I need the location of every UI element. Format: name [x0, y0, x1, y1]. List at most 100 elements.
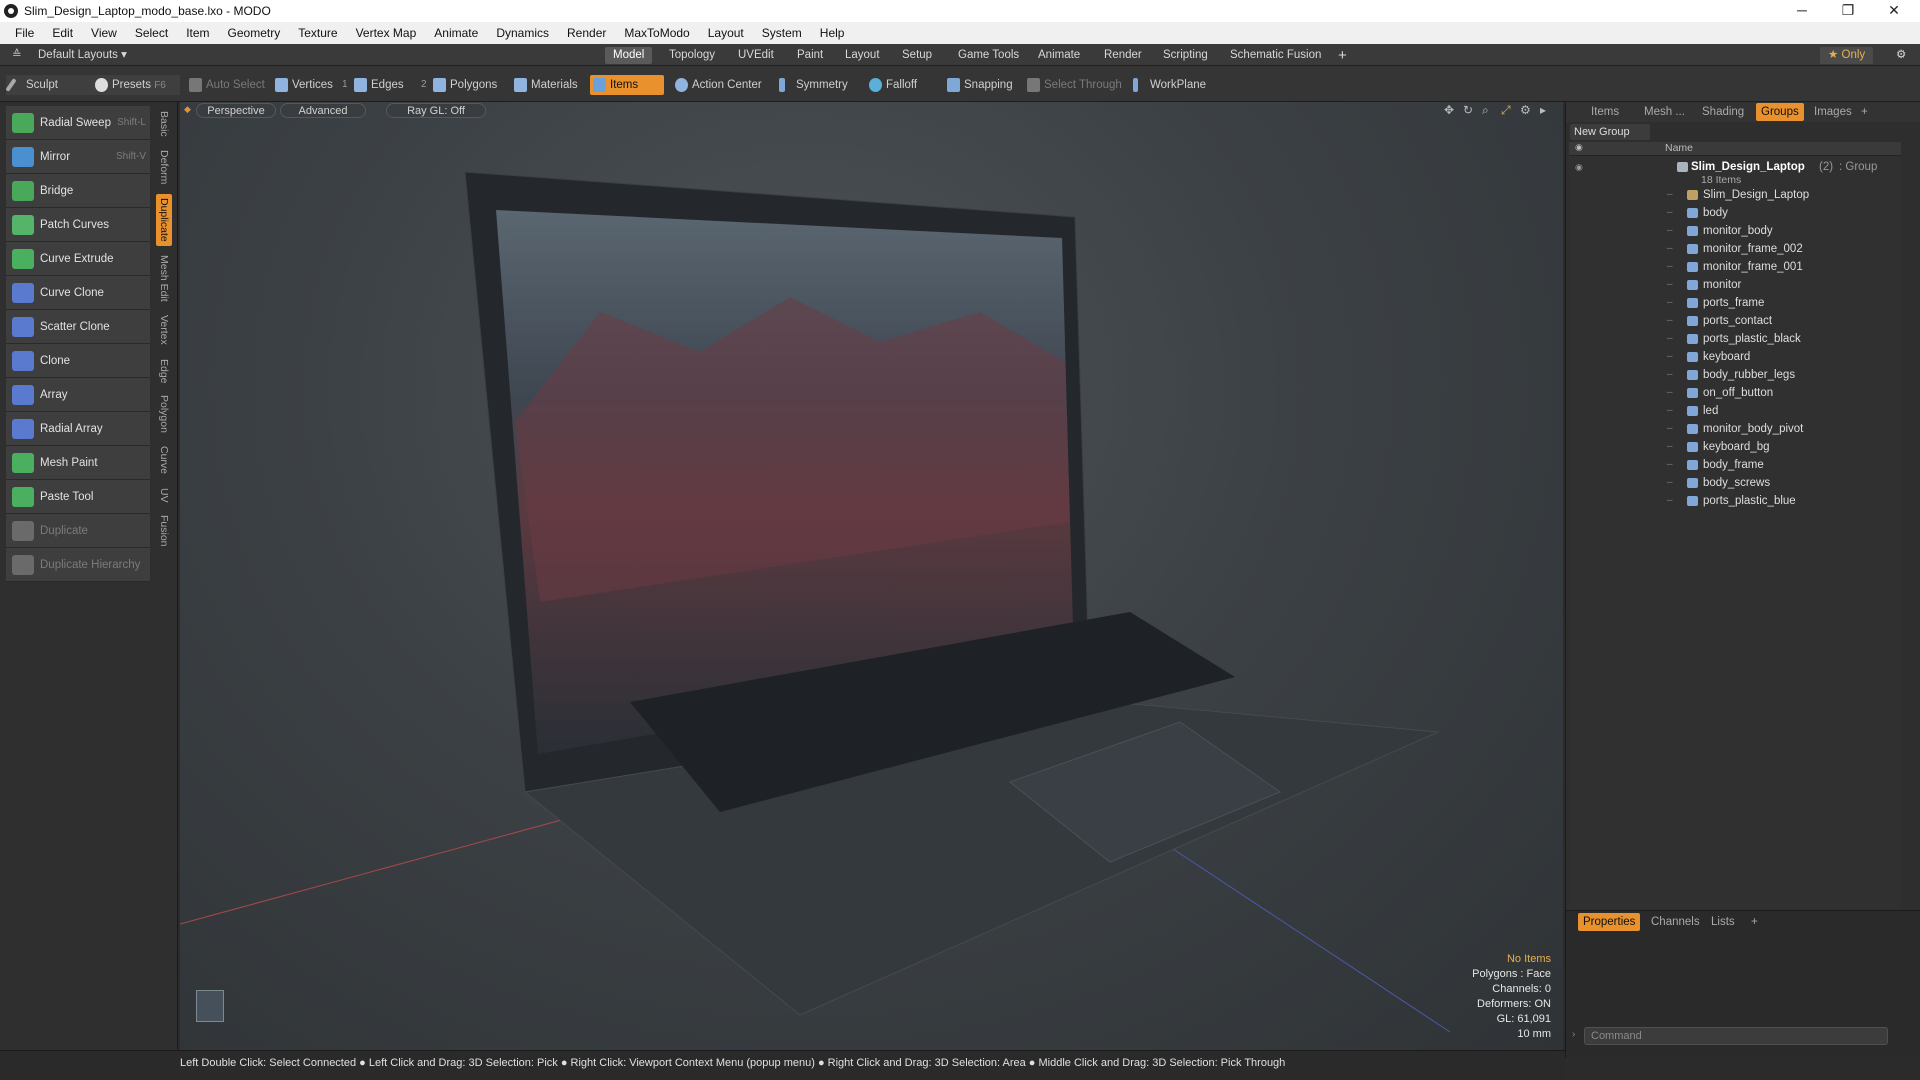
menu-maxtomodo[interactable]: MaxToModo: [615, 26, 698, 40]
add-tab-button[interactable]: +: [1330, 47, 1355, 64]
add-panel-tab-button[interactable]: +: [1856, 103, 1873, 121]
falloff-button[interactable]: Falloff: [866, 75, 917, 95]
tree-item-row[interactable]: – monitor_body_pivot: [1569, 420, 1901, 438]
tab-mesh[interactable]: Mesh ...: [1639, 103, 1690, 121]
vtab-vertex[interactable]: Vertex: [156, 310, 172, 350]
menu-texture[interactable]: Texture: [289, 26, 346, 40]
select-through-button[interactable]: Select Through: [1024, 75, 1122, 95]
workplane-button[interactable]: WorkPlane: [1130, 75, 1206, 95]
paste-tool-button[interactable]: Paste Tool: [6, 480, 150, 514]
close-button[interactable]: ✕: [1872, 0, 1916, 22]
sculpt-button[interactable]: Sculpt: [5, 75, 92, 95]
vtab-duplicate[interactable]: Duplicate: [156, 194, 172, 246]
materials-button[interactable]: Materials: [511, 75, 578, 95]
menu-system[interactable]: System: [753, 26, 811, 40]
layout-up-icon[interactable]: ≙: [4, 47, 30, 64]
tree-item-row[interactable]: – body: [1569, 204, 1901, 222]
tree-item-row[interactable]: – keyboard_bg: [1569, 438, 1901, 456]
tab-game-tools[interactable]: Game Tools: [950, 47, 1027, 64]
duplicate-hierarchy-button[interactable]: Duplicate Hierarchy: [6, 548, 150, 582]
tab-lists[interactable]: Lists: [1706, 913, 1740, 931]
vtab-deform[interactable]: Deform: [156, 146, 172, 188]
menu-item[interactable]: Item: [177, 26, 218, 40]
tree-item-row[interactable]: – monitor_frame_002: [1569, 240, 1901, 258]
3d-viewport[interactable]: ◆ Perspective Advanced Ray GL: Off ✥ ↻ ⌕…: [180, 102, 1563, 1050]
menu-help[interactable]: Help: [811, 26, 854, 40]
bridge-button[interactable]: Bridge: [6, 174, 150, 208]
new-group-button[interactable]: New Group: [1570, 124, 1650, 140]
tree-item-row[interactable]: – monitor_frame_001: [1569, 258, 1901, 276]
tree-item-row[interactable]: – keyboard: [1569, 348, 1901, 366]
only-toggle[interactable]: ★ Only: [1820, 47, 1874, 64]
group-row[interactable]: ◉ Slim_Design_Laptop (2) : Group 18 Item…: [1569, 158, 1901, 186]
action-center-button[interactable]: Action Center: [672, 75, 762, 95]
presets-button[interactable]: Presets F6: [92, 75, 180, 95]
snapping-button[interactable]: Snapping: [944, 75, 1013, 95]
visibility-col-icon[interactable]: ◉: [1575, 142, 1583, 153]
tree-item-row[interactable]: – ports_plastic_black: [1569, 330, 1901, 348]
scatter-clone-button[interactable]: Scatter Clone: [6, 310, 150, 344]
tree-item-row[interactable]: – led: [1569, 402, 1901, 420]
array-button[interactable]: Array: [6, 378, 150, 412]
default-layouts-dropdown[interactable]: Default Layouts ▾: [30, 47, 135, 64]
clone-button[interactable]: Clone: [6, 344, 150, 378]
tab-layout[interactable]: Layout: [837, 47, 888, 64]
auto-select-button[interactable]: Auto Select: [186, 75, 265, 95]
symmetry-button[interactable]: Symmetry: [776, 75, 848, 95]
curve-extrude-button[interactable]: Curve Extrude: [6, 242, 150, 276]
tab-topology[interactable]: Topology: [661, 47, 723, 64]
menu-vertex-map[interactable]: Vertex Map: [347, 26, 426, 40]
menu-select[interactable]: Select: [126, 26, 177, 40]
tree-item-row[interactable]: – monitor: [1569, 276, 1901, 294]
vertices-button[interactable]: Vertices: [272, 75, 333, 95]
tab-uvedit[interactable]: UVEdit: [730, 47, 782, 64]
tree-item-row[interactable]: – body_screws: [1569, 474, 1901, 492]
vtab-polygon[interactable]: Polygon: [156, 392, 172, 436]
restore-button[interactable]: ❐: [1826, 0, 1870, 22]
polygons-button[interactable]: 2 Polygons: [421, 75, 497, 95]
vtab-uv[interactable]: UV: [156, 484, 172, 506]
mirror-button[interactable]: Mirror Shift-V: [6, 140, 150, 174]
menu-layout[interactable]: Layout: [699, 26, 753, 40]
tab-channels[interactable]: Channels: [1646, 913, 1705, 931]
eye-icon[interactable]: ◉: [1575, 158, 1583, 176]
tab-scripting[interactable]: Scripting: [1155, 47, 1216, 64]
tree-item-row[interactable]: – body_rubber_legs: [1569, 366, 1901, 384]
menu-render[interactable]: Render: [558, 26, 615, 40]
minimize-button[interactable]: ─: [1780, 0, 1824, 22]
tab-paint[interactable]: Paint: [789, 47, 831, 64]
tab-schematic-fusion[interactable]: Schematic Fusion: [1222, 47, 1329, 64]
radial-array-button[interactable]: Radial Array: [6, 412, 150, 446]
tab-groups[interactable]: Groups: [1756, 103, 1804, 121]
name-column[interactable]: Name: [1665, 142, 1693, 154]
duplicate-button[interactable]: Duplicate: [6, 514, 150, 548]
tab-shading[interactable]: Shading: [1697, 103, 1749, 121]
tab-render[interactable]: Render: [1096, 47, 1150, 64]
curve-clone-button[interactable]: Curve Clone: [6, 276, 150, 310]
tree-item-row[interactable]: – ports_plastic_blue: [1569, 492, 1901, 510]
tab-animate[interactable]: Animate: [1030, 47, 1088, 64]
menu-dynamics[interactable]: Dynamics: [487, 26, 558, 40]
menu-file[interactable]: File: [6, 26, 43, 40]
menu-edit[interactable]: Edit: [43, 26, 82, 40]
menu-animate[interactable]: Animate: [425, 26, 487, 40]
tree-item-row[interactable]: – Slim_Design_Laptop: [1569, 186, 1901, 204]
tree-item-row[interactable]: – on_off_button: [1569, 384, 1901, 402]
gear-icon[interactable]: ⚙: [1888, 47, 1914, 64]
tab-setup[interactable]: Setup: [894, 47, 940, 64]
tree-item-row[interactable]: – body_frame: [1569, 456, 1901, 474]
mesh-paint-button[interactable]: Mesh Paint: [6, 446, 150, 480]
vtab-fusion[interactable]: Fusion: [156, 512, 172, 550]
add-lower-tab-button[interactable]: +: [1746, 913, 1763, 931]
tab-properties[interactable]: Properties: [1578, 913, 1641, 931]
items-button[interactable]: Items: [590, 75, 664, 95]
edges-button[interactable]: 1 Edges: [342, 75, 404, 95]
tab-images[interactable]: Images: [1809, 103, 1857, 121]
vtab-basic[interactable]: Basic: [156, 106, 172, 142]
tree-item-row[interactable]: – ports_frame: [1569, 294, 1901, 312]
tree-item-row[interactable]: – ports_contact: [1569, 312, 1901, 330]
menu-view[interactable]: View: [82, 26, 126, 40]
vtab-curve[interactable]: Curve: [156, 442, 172, 478]
command-input[interactable]: Command: [1584, 1027, 1888, 1045]
tab-model[interactable]: Model: [605, 47, 653, 64]
